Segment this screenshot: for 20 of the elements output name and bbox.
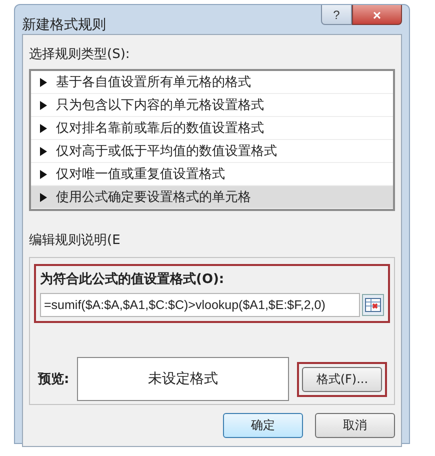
preview-text: 未设定格式 xyxy=(148,370,218,388)
edit-description-label: 编辑规则说明(E xyxy=(29,232,122,249)
help-button[interactable]: ? xyxy=(321,5,352,25)
triangle-icon xyxy=(39,78,48,86)
formula-label: 为符合此公式的值设置格式(O): xyxy=(40,271,226,288)
ok-button[interactable]: 确定 xyxy=(223,413,303,438)
rule-type-item[interactable]: 使用公式确定要设置格式的单元格 xyxy=(31,186,393,209)
formula-field[interactable]: =sumif($A:$A,$A1,$C:$C)>vlookup($A1,$E:$F,2,0) xyxy=(40,293,360,317)
range-select-icon xyxy=(365,298,381,312)
triangle-icon xyxy=(39,146,48,156)
range-select-button[interactable] xyxy=(362,294,384,316)
cancel-button[interactable]: 取消 xyxy=(315,413,395,438)
triangle-icon xyxy=(39,192,48,202)
triangle-icon xyxy=(39,124,48,132)
triangle-icon xyxy=(39,170,48,178)
format-button[interactable]: 格式(F)... xyxy=(302,366,382,392)
triangle-icon xyxy=(39,100,48,110)
window-title: 新建格式规则 xyxy=(22,16,106,34)
preview-label: 预览: xyxy=(38,371,70,388)
rule-type-label: 选择规则类型(S): xyxy=(29,46,131,63)
